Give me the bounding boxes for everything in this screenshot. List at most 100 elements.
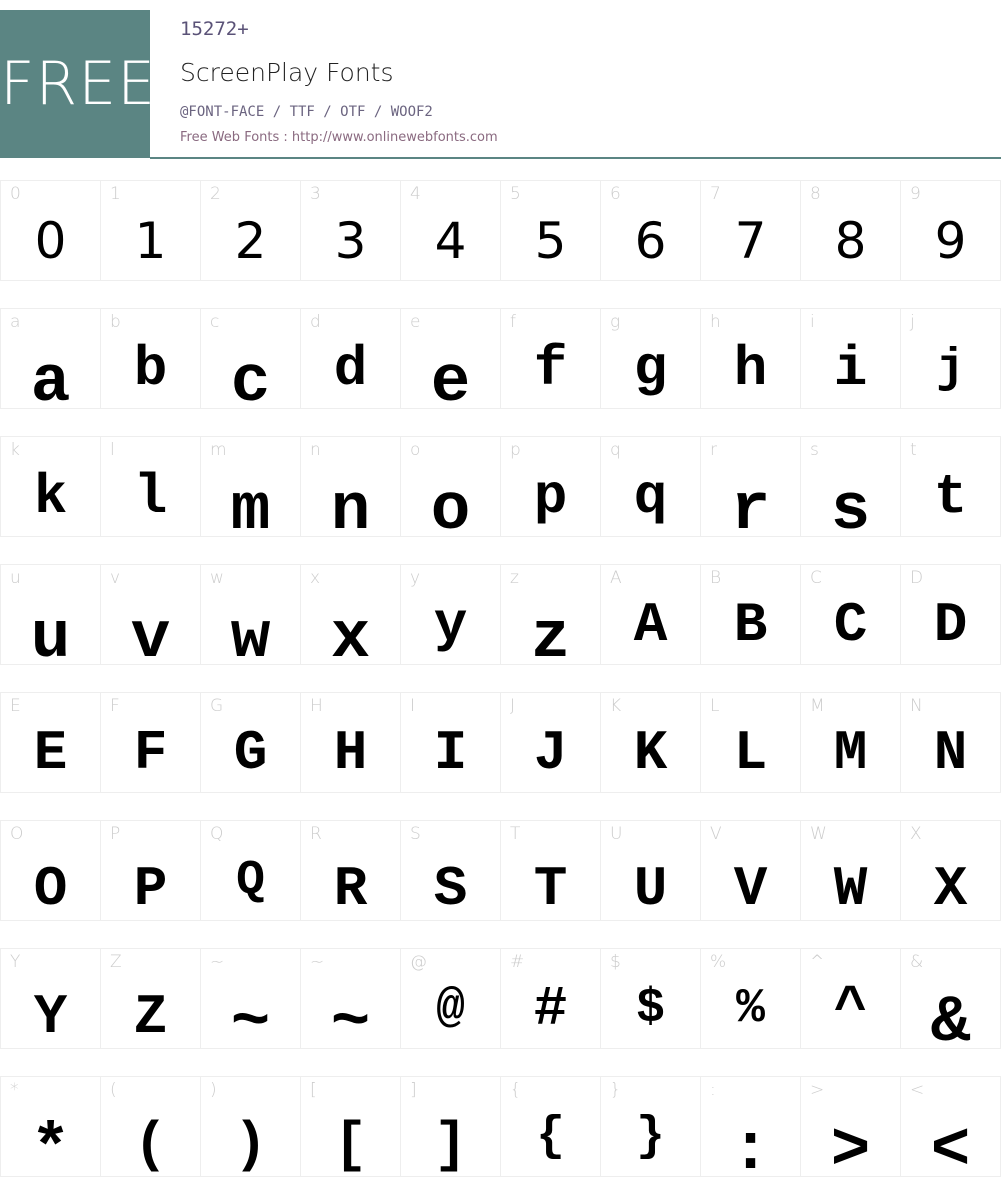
glyph-sample: ) xyxy=(233,1113,268,1177)
glyph-cell[interactable]: uu xyxy=(0,564,100,676)
glyph-cell[interactable]: # # xyxy=(500,948,600,1049)
glyph-cell[interactable]: jj xyxy=(900,308,1001,409)
glyph-cell[interactable]: xx xyxy=(300,564,400,676)
glyph-sample: P xyxy=(133,857,168,921)
glyph-cell[interactable]: ^ ^ xyxy=(800,948,900,1049)
glyph-cell[interactable]: WW xyxy=(800,820,900,921)
glyph-cell[interactable]: ee xyxy=(400,308,500,420)
glyph-cell[interactable]: KK xyxy=(600,692,700,793)
glyph-cell[interactable]: (( xyxy=(100,1076,200,1177)
glyph-label: & xyxy=(910,952,924,972)
glyph-label: N xyxy=(910,696,923,716)
glyph-cell[interactable]: ll xyxy=(100,436,200,537)
glyph-cell[interactable]: aa xyxy=(0,308,100,420)
glyph-cell[interactable]: bb xyxy=(100,308,200,409)
glyph-cell[interactable]: > > xyxy=(800,1076,900,1188)
glyph-cell[interactable]: ~ ~ xyxy=(300,948,400,1060)
glyph-sample: o xyxy=(430,473,471,548)
glyph-sample: r xyxy=(730,473,771,548)
glyph-label: a xyxy=(10,312,21,332)
glyph-sample: ~ xyxy=(230,985,271,1060)
glyph-cell[interactable]: 66 xyxy=(600,180,700,281)
glyph-cell[interactable]: kk xyxy=(0,436,100,537)
glyph-cell[interactable]: [[ xyxy=(300,1076,400,1177)
glyph-cell[interactable]: hh xyxy=(700,308,800,409)
glyph-cell[interactable]: UU xyxy=(600,820,700,921)
glyph-cell[interactable]: }} xyxy=(600,1076,700,1177)
glyph-cell[interactable]: OO xyxy=(0,820,100,921)
glyph-sample: 5 xyxy=(534,212,567,270)
glyph-cell[interactable]: < < xyxy=(900,1076,1001,1188)
glyph-cell[interactable]: PP xyxy=(100,820,200,921)
glyph-cell[interactable]: cc xyxy=(200,308,300,420)
glyph-label: : xyxy=(710,1080,716,1100)
glyph-cell[interactable]: )) xyxy=(200,1076,300,1177)
glyph-cell[interactable]: DD xyxy=(900,564,1001,665)
glyph-cell[interactable]: 88 xyxy=(800,180,900,281)
glyph-cell[interactable]: 44 xyxy=(400,180,500,281)
glyph-cell[interactable]: ff xyxy=(500,308,600,409)
glyph-cell[interactable]: 22 xyxy=(200,180,300,281)
glyph-cell[interactable]: XX xyxy=(900,820,1001,921)
glyph-cell[interactable]: SS xyxy=(400,820,500,921)
glyph-cell[interactable]: VV xyxy=(700,820,800,921)
glyph-cell[interactable]: 55 xyxy=(500,180,600,281)
glyph-cell[interactable]: YY xyxy=(0,948,100,1049)
glyph-cell[interactable]: II xyxy=(400,692,500,793)
glyph-label: x xyxy=(310,568,321,588)
glyph-cell[interactable]: vv xyxy=(100,564,200,676)
glyph-cell[interactable]: qq xyxy=(600,436,700,537)
glyph-cell[interactable]: MM xyxy=(800,692,900,793)
glyph-cell[interactable]: FF xyxy=(100,692,200,793)
glyph-cell[interactable]: 99 xyxy=(900,180,1001,281)
glyph-cell[interactable]: RR xyxy=(300,820,400,921)
glyph-cell[interactable]: TT xyxy=(500,820,600,921)
glyph-cell[interactable]: $ $ xyxy=(600,948,700,1049)
glyph-cell[interactable]: ]] xyxy=(400,1076,500,1177)
glyph-label: g xyxy=(610,312,621,332)
glyph-cell[interactable]: LL xyxy=(700,692,800,793)
glyph-cell[interactable]: nn xyxy=(300,436,400,548)
glyph-cell[interactable]: zz xyxy=(500,564,600,676)
glyph-cell[interactable]: ww xyxy=(200,564,300,676)
glyph-cell[interactable]: {{ xyxy=(500,1076,600,1177)
glyph-cell[interactable]: gg xyxy=(600,308,700,409)
glyph-cell[interactable]: JJ xyxy=(500,692,600,793)
glyph-cell[interactable]: GG xyxy=(200,692,300,793)
glyph-cell[interactable]: QQ xyxy=(200,820,300,921)
glyph-cell[interactable]: AA xyxy=(600,564,700,665)
glyph-cell[interactable]: 33 xyxy=(300,180,400,281)
glyph-label: E xyxy=(10,696,21,716)
glyph-cell[interactable]: BB xyxy=(700,564,800,665)
glyph-cell[interactable]: & & xyxy=(900,948,1001,1060)
glyph-cell[interactable]: 77 xyxy=(700,180,800,281)
glyph-cell[interactable]: ~ ~ xyxy=(200,948,300,1060)
site-link[interactable]: Free Web Fonts : http://www.onlinewebfon… xyxy=(180,130,498,145)
glyph-sample: d xyxy=(333,337,368,401)
glyph-cell[interactable]: ii xyxy=(800,308,900,409)
glyph-sample: y xyxy=(433,593,468,657)
glyph-cell[interactable]: CC xyxy=(800,564,900,665)
glyph-cell[interactable]: ss xyxy=(800,436,900,548)
glyph-cell[interactable]: HH xyxy=(300,692,400,793)
glyph-cell[interactable]: 00 xyxy=(0,180,100,281)
glyph-cell[interactable]: pp xyxy=(500,436,600,537)
glyph-cell[interactable]: 11 xyxy=(100,180,200,281)
glyph-cell[interactable]: EE xyxy=(0,692,100,793)
glyph-cell[interactable]: dd xyxy=(300,308,400,409)
glyph-cell[interactable]: tt xyxy=(900,436,1001,537)
glyph-cell[interactable]: oo xyxy=(400,436,500,548)
glyph-cell[interactable]: mm xyxy=(200,436,300,548)
free-badge[interactable]: FREE xyxy=(0,10,155,158)
glyph-cell[interactable]: @ @ xyxy=(400,948,500,1049)
glyph-sample: O xyxy=(33,857,68,921)
glyph-row: EEFFGGHHIIJJKKLLMMNN xyxy=(0,692,1001,793)
glyph-cell[interactable]: ZZ xyxy=(100,948,200,1049)
glyph-cell[interactable]: * * xyxy=(0,1076,100,1188)
glyph-cell[interactable]: NN xyxy=(900,692,1001,793)
glyph-cell[interactable]: rr xyxy=(700,436,800,548)
glyph-cell[interactable]: :: xyxy=(700,1076,800,1188)
glyph-cell[interactable]: yy xyxy=(400,564,500,665)
glyph-label: H xyxy=(310,696,323,716)
glyph-cell[interactable]: %% xyxy=(700,948,800,1049)
